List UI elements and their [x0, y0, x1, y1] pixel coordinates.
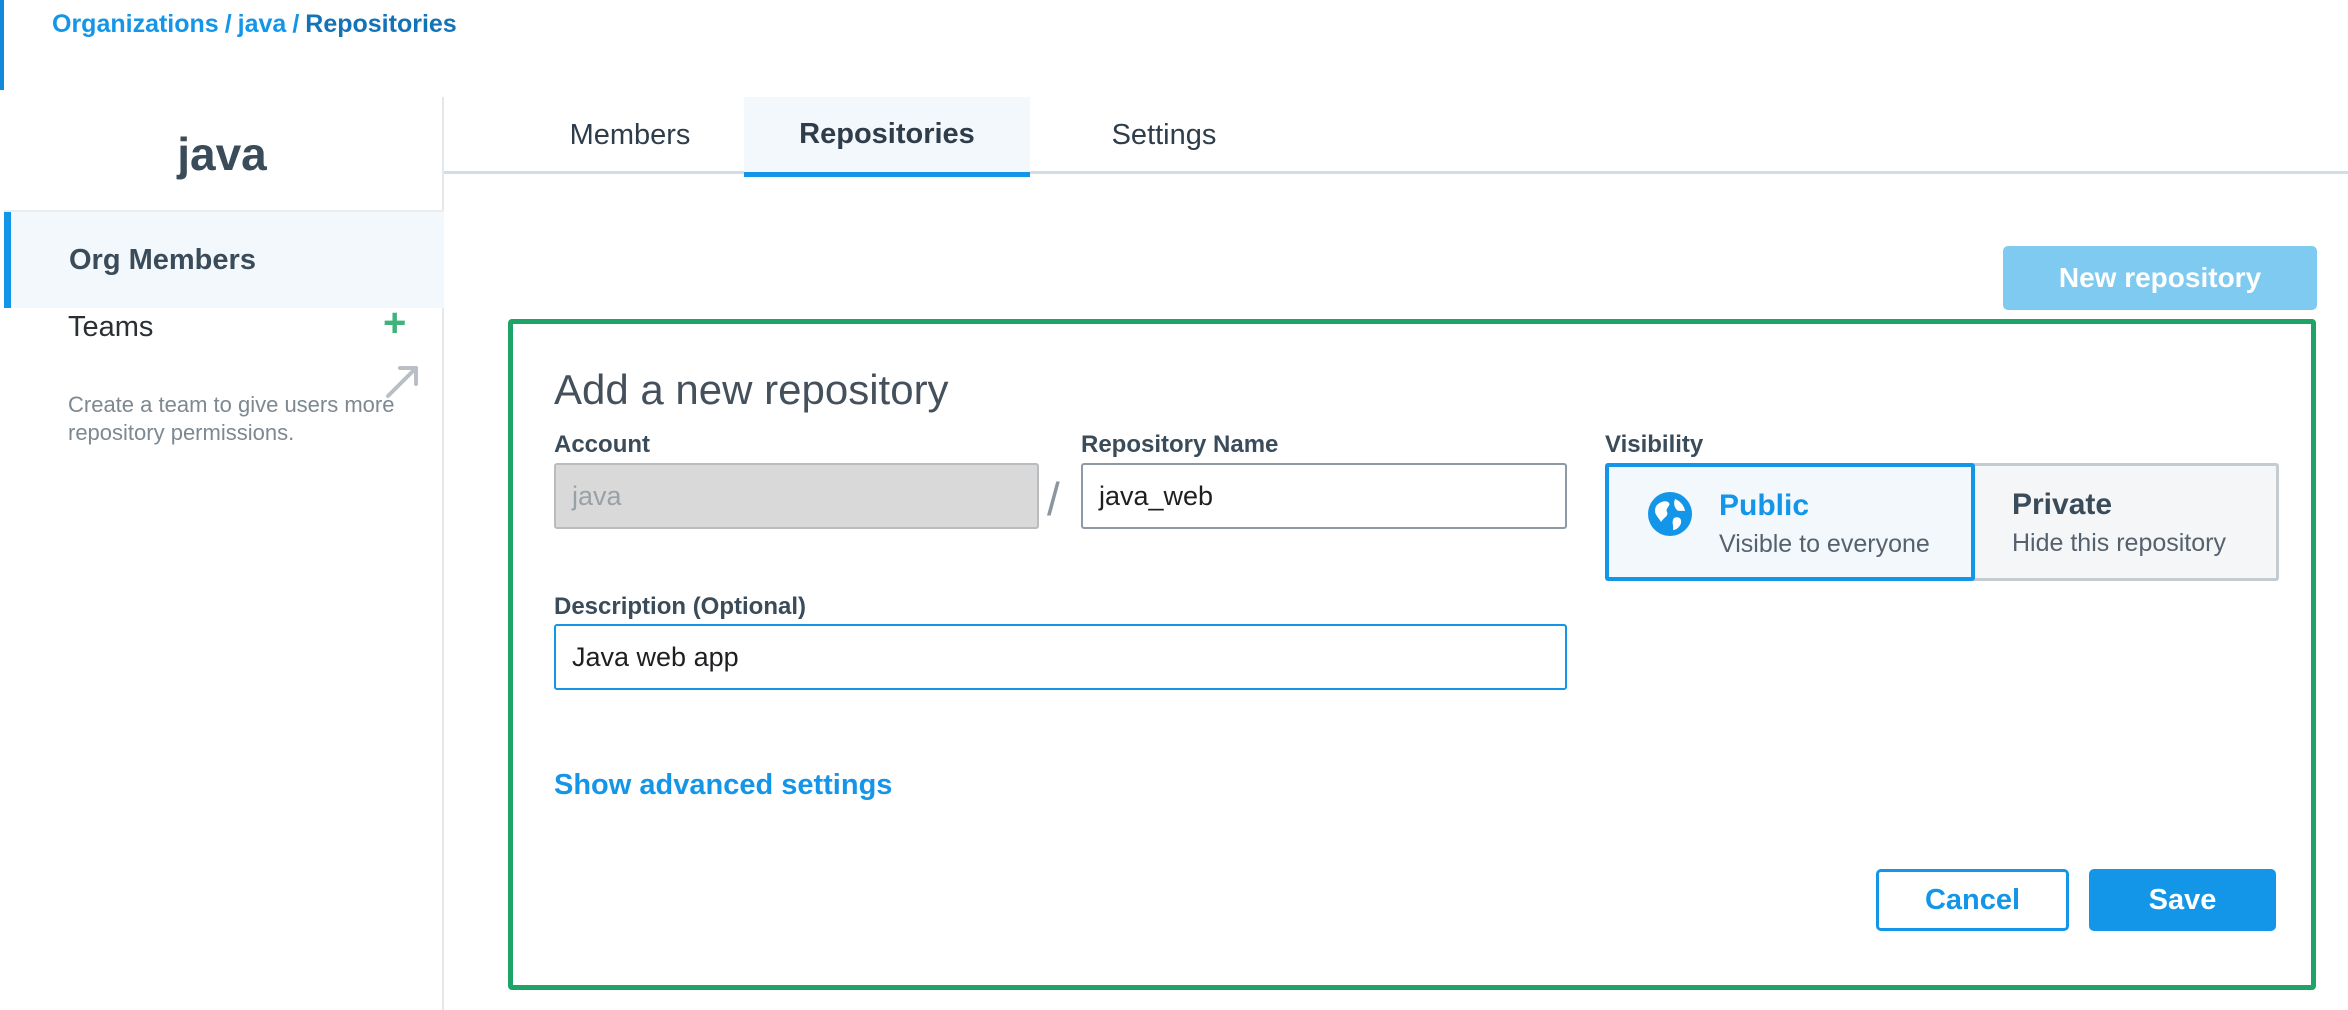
new-repository-button[interactable]: New repository	[2003, 246, 2317, 310]
cancel-button[interactable]: Cancel	[1876, 869, 2069, 931]
visibility-public-option[interactable]: Public Visible to everyone	[1605, 463, 1975, 581]
tab-members[interactable]: Members	[524, 97, 736, 174]
breadcrumb-current: Repositories	[305, 10, 457, 38]
show-advanced-settings-link[interactable]: Show advanced settings	[554, 769, 892, 802]
repository-name-input[interactable]: java_web	[1081, 463, 1567, 529]
globe-icon	[1648, 492, 1692, 536]
tab-settings[interactable]: Settings	[1044, 97, 1284, 174]
top-bar: Organizations / java / Repositories	[0, 0, 2348, 90]
breadcrumb-organizations[interactable]: Organizations	[52, 10, 219, 38]
private-title: Private	[2012, 488, 2113, 521]
sidebar-item-org-members[interactable]: Org Members	[4, 212, 444, 308]
add-repository-panel: Add a new repository Account java / Repo…	[508, 319, 2316, 990]
public-subtitle: Visible to everyone	[1719, 530, 1930, 558]
account-repo-slash: /	[1047, 473, 1060, 525]
tab-repositories[interactable]: Repositories	[744, 97, 1030, 177]
private-subtitle: Hide this repository	[2012, 529, 2226, 557]
top-bar-accent	[0, 0, 4, 90]
breadcrumb: Organizations / java / Repositories	[52, 10, 457, 39]
visibility-label: Visibility	[1605, 431, 1704, 458]
plus-icon[interactable]: +	[383, 303, 406, 343]
repository-name-label: Repository Name	[1081, 431, 1279, 458]
account-label: Account	[554, 431, 650, 458]
breadcrumb-org[interactable]: java	[238, 10, 287, 38]
description-input[interactable]: Java web app	[554, 624, 1567, 690]
tab-bar: Members Repositories Settings	[444, 97, 2348, 177]
teams-help-text: Create a team to give users more reposit…	[68, 392, 395, 445]
breadcrumb-separator: /	[224, 10, 232, 38]
visibility-private-option[interactable]: Private Hide this repository	[1971, 463, 2279, 581]
save-button[interactable]: Save	[2089, 869, 2276, 931]
account-field: java	[554, 463, 1039, 529]
panel-title: Add a new repository	[554, 366, 949, 413]
sidebar-item-teams[interactable]: Teams	[68, 311, 153, 344]
public-title: Public	[1719, 489, 1810, 522]
visibility-toggle: Public Visible to everyone Private Hide …	[1605, 463, 2279, 581]
breadcrumb-separator: /	[292, 10, 300, 38]
sidebar: java Org Members Teams + Create a team t…	[0, 97, 444, 1010]
org-name: java	[177, 128, 267, 180]
description-label: Description (Optional)	[554, 593, 806, 620]
sidebar-item-label: Org Members	[69, 244, 256, 276]
